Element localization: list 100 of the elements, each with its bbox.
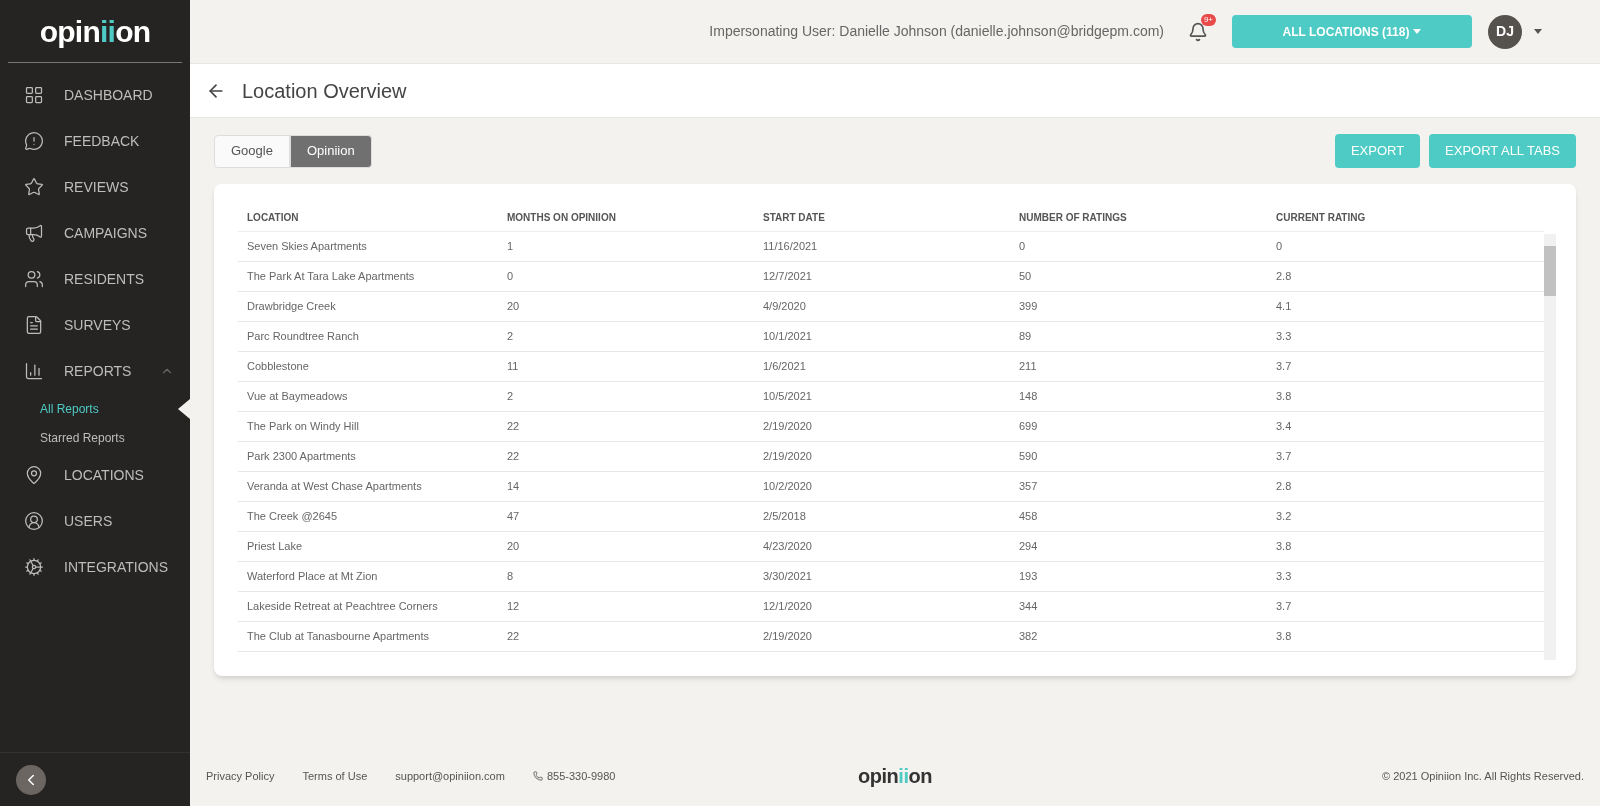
user-icon (24, 511, 44, 531)
table-cell-text: Lakeside Retreat at Peachtree Corners (246, 599, 439, 615)
tab[interactable]: Opiniion (289, 134, 372, 168)
table-cell-text: 2/19/2020 (762, 629, 813, 645)
table-cell-text: 699 (1018, 419, 1039, 435)
notification-badge: 9+ (1200, 13, 1216, 26)
table-cell-text: Priest Lake (246, 539, 304, 555)
nav-item[interactable]: FEEDBACK (0, 118, 190, 164)
footer-link[interactable]: Privacy Policy (206, 767, 275, 785)
footer-link[interactable]: support@opiniion.com (395, 767, 505, 785)
phone-link[interactable]: 855-330-9980 (546, 767, 616, 785)
table-cell-text: 193 (1018, 569, 1039, 585)
copyright-text: © 2021 Opiniion Inc. All Rights Reserved. (1381, 768, 1584, 784)
table-cell-text: 22 (506, 629, 521, 645)
nav-subitem[interactable]: All Reports (0, 399, 99, 418)
collapse-sidebar-button[interactable] (16, 764, 46, 795)
nav-item[interactable]: USERS (0, 498, 190, 544)
table-cell-text: 10/2/2020 (762, 479, 813, 495)
table-cell-text: 8 (506, 569, 515, 585)
phone-icon (532, 771, 543, 781)
table-cell-text: 14 (506, 479, 521, 495)
star-icon (24, 177, 44, 197)
table-cell-text: The Park At Tara Lake Apartments (246, 269, 416, 285)
nav-item[interactable]: SURVEYS (0, 302, 190, 348)
table-cell-text: The Creek @2645 (246, 509, 339, 525)
table-cell-text: 11/16/2021 (762, 239, 819, 255)
nav-subitem[interactable]: Starred Reports (0, 428, 125, 447)
megaphone-icon (24, 223, 44, 243)
nav-item[interactable]: RESIDENTS (0, 256, 190, 302)
table-cell-text: Seven Skies Apartments (246, 239, 368, 255)
table-cell-text: Cobblestone (246, 359, 310, 375)
table-cell-text: 22 (506, 419, 521, 435)
table-cell-text: 12/7/2021 (762, 269, 813, 285)
table-cell-text: 4/23/2020 (762, 539, 813, 555)
logo: opiniion (39, 13, 151, 50)
nav-item[interactable]: INTEGRATIONS (0, 544, 190, 590)
table-cell-text: 20 (506, 299, 521, 315)
table-cell-text: 11 (506, 359, 520, 375)
table-cell-text: 4/9/2020 (762, 299, 807, 315)
table-cell-text: 458 (1018, 509, 1039, 525)
table-cell-text: Parc Roundtree Ranch (246, 329, 360, 345)
bar-chart-icon (24, 361, 44, 381)
table-cell-text: 3.3 (1275, 329, 1293, 345)
table-cell-text: Waterford Place at Mt Zion (246, 569, 379, 585)
table-cell-text: 2/5/2018 (762, 509, 807, 525)
selection-pointer-icon (178, 398, 190, 419)
table-cell-text: 3.7 (1275, 599, 1293, 615)
table-cell-text: 2/19/2020 (762, 449, 813, 465)
nav-item[interactable]: REVIEWS (0, 164, 190, 210)
nav-item[interactable]: CAMPAIGNS (0, 210, 190, 256)
table-cell-text: 382 (1018, 629, 1039, 645)
avatar[interactable]: DJ (1488, 14, 1522, 49)
table-cell-text: Drawbridge Creek (246, 299, 337, 315)
table-cell-text: 294 (1018, 539, 1039, 555)
column-header: NUMBER OF RATINGS (1018, 211, 1128, 225)
logo: opiniion (858, 764, 932, 789)
people-icon (24, 269, 44, 289)
table-cell-text: 89 (1018, 329, 1033, 345)
tab[interactable]: Google (214, 134, 290, 168)
table-cell-text: 2.8 (1275, 269, 1293, 285)
grid-icon (24, 85, 44, 105)
table-cell-text: The Club at Tanasbourne Apartments (246, 629, 431, 645)
table-cell-text: 3.8 (1275, 629, 1293, 645)
notification-bell-icon[interactable] (1188, 21, 1208, 42)
table-cell-text: 3.4 (1275, 419, 1293, 435)
column-header: MONTHS ON OPINIION (506, 211, 617, 225)
table-cell-text: 357 (1018, 479, 1039, 495)
table-cell-text: 1 (506, 239, 515, 255)
table-cell-text: Veranda at West Chase Apartments (246, 479, 423, 495)
table-cell-text: 2/19/2020 (762, 419, 813, 435)
table-cell-text: 3/30/2021 (762, 569, 813, 585)
nav-item[interactable]: DASHBOARD (0, 72, 190, 118)
table-cell-text: 20 (506, 539, 521, 555)
footer-link[interactable]: Terms of Use (302, 767, 368, 785)
table-cell-text: 47 (506, 509, 521, 525)
nav-item[interactable]: REPORTS (0, 348, 190, 394)
table-cell-text: 10/5/2021 (762, 389, 813, 405)
table-cell-text: 211 (1018, 359, 1038, 375)
table-cell-text: 590 (1018, 449, 1039, 465)
table-cell-text: 399 (1018, 299, 1039, 315)
table-cell-text: 3.8 (1275, 389, 1293, 405)
table-cell-text: 0 (506, 269, 515, 285)
table-cell-text: 2 (506, 389, 515, 405)
table-cell-text: 1/6/2021 (762, 359, 807, 375)
page-title: Location Overview (242, 78, 407, 104)
table-cell-text: 3.8 (1275, 539, 1293, 555)
table-cell-text: 2.8 (1275, 479, 1293, 495)
table-cell-text: 4.1 (1275, 299, 1293, 315)
table-cell-text: 12/1/2020 (762, 599, 813, 615)
table-cell-text: 3.7 (1275, 359, 1293, 375)
caret-icon (1413, 29, 1422, 34)
table-cell-text: 148 (1018, 389, 1039, 405)
column-header: CURRENT RATING (1275, 211, 1367, 225)
table-cell-text: The Park on Windy Hill (246, 419, 360, 435)
nav-item[interactable]: LOCATIONS (0, 452, 190, 498)
impersonation-text: Impersonating User: Danielle Johnson (danielle.johnson@bridgepm.com) (709, 22, 1164, 41)
table-cell-text: 50 (1018, 269, 1033, 285)
caret-icon (1534, 29, 1542, 34)
table-cell-text: 12 (506, 599, 521, 615)
document-icon (24, 315, 44, 335)
